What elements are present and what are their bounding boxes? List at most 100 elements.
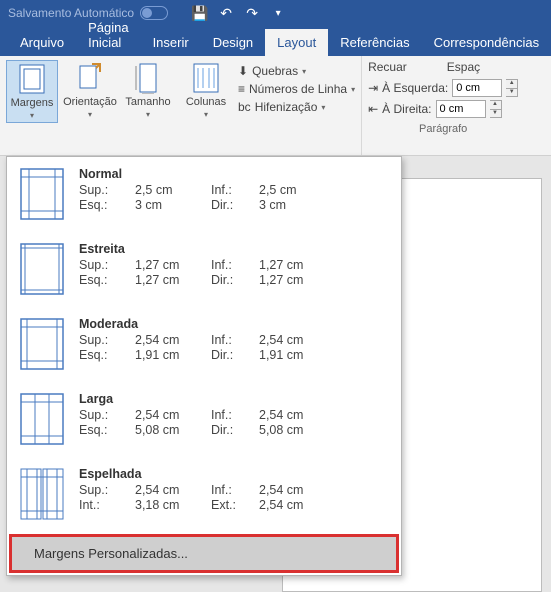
margin-spec-value: 2,54 cm: [259, 333, 389, 347]
columns-button[interactable]: Colunas▾: [180, 60, 232, 121]
margin-spec-value: 5,08 cm: [135, 423, 211, 437]
indent-right-label: À Direita:: [382, 102, 431, 116]
margin-option-normal[interactable]: NormalSup.:2,5 cmInf.:2,5 cmEsq.:3 cmDir…: [7, 157, 401, 232]
chevron-down-icon: ▾: [146, 110, 150, 119]
margin-spec-value: Sup.:: [79, 483, 135, 497]
redo-icon[interactable]: ↷: [242, 5, 262, 22]
margin-spec-value: Esq.:: [79, 348, 135, 362]
margin-spec-value: Esq.:: [79, 423, 135, 437]
group-paragraph: Recuar Espaç ⇥ À Esquerda: ▲▼ ⇤ À Direit…: [362, 56, 524, 155]
breaks-icon: ⬇: [238, 64, 248, 78]
margin-spec-value: 3,18 cm: [135, 498, 211, 512]
margin-spec-value: Inf.:: [211, 183, 259, 197]
margin-spec-value: Inf.:: [211, 483, 259, 497]
margin-spec-value: 2,54 cm: [135, 483, 211, 497]
tab-layout[interactable]: Layout: [265, 29, 328, 56]
tab-inserir[interactable]: Inserir: [141, 29, 201, 56]
margins-icon: [16, 63, 48, 95]
margin-spec-value: Int.:: [79, 498, 135, 512]
margins-button[interactable]: Margens▾: [6, 60, 58, 123]
margin-spec-value: Sup.:: [79, 333, 135, 347]
tab-pagina-inicial[interactable]: Página Inicial: [76, 14, 140, 56]
margin-option-name: Larga: [79, 392, 389, 406]
margin-spec-value: Sup.:: [79, 408, 135, 422]
ribbon-tabs: Arquivo Página Inicial Inserir Design La…: [0, 26, 551, 56]
breaks-button[interactable]: ⬇Quebras ▾: [238, 64, 355, 78]
margin-preview-icon: [19, 467, 65, 521]
columns-icon: [190, 62, 222, 94]
margins-dropdown: NormalSup.:2,5 cmInf.:2,5 cmEsq.:3 cmDir…: [6, 156, 402, 576]
margin-spec-value: Dir.:: [211, 198, 259, 212]
margin-spec-value: 2,54 cm: [259, 498, 389, 512]
margin-spec-value: Inf.:: [211, 333, 259, 347]
margin-spec-value: 3 cm: [259, 198, 389, 212]
spinner-down-icon[interactable]: ▼: [506, 89, 517, 97]
margin-option-name: Normal: [79, 167, 389, 181]
margin-spec-value: Sup.:: [79, 258, 135, 272]
margin-spec-value: Ext.:: [211, 498, 259, 512]
margin-option-name: Espelhada: [79, 467, 389, 481]
size-icon: [132, 62, 164, 94]
margin-option-name: Estreita: [79, 242, 389, 256]
chevron-down-icon: ▾: [321, 103, 325, 112]
margin-spec-value: 2,54 cm: [259, 483, 389, 497]
spinner-up-icon[interactable]: ▲: [506, 80, 517, 89]
margin-spec-value: Dir.:: [211, 348, 259, 362]
margin-preview-icon: [19, 242, 65, 296]
margin-option-name: Moderada: [79, 317, 389, 331]
indent-right-icon: ⇤: [368, 102, 378, 116]
margin-option-narrow[interactable]: EstreitaSup.:1,27 cmInf.:1,27 cmEsq.:1,2…: [7, 232, 401, 307]
hyphenation-icon: bc: [238, 100, 251, 114]
custom-margins-button[interactable]: Margens Personalizadas...: [9, 534, 399, 573]
margin-spec-value: Inf.:: [211, 258, 259, 272]
hyphenation-button[interactable]: bcHifenização ▾: [238, 100, 355, 114]
margin-spec-value: Inf.:: [211, 408, 259, 422]
orientation-button[interactable]: Orientação▾: [64, 60, 116, 121]
spacing-header: Espaç: [447, 60, 480, 74]
orientation-icon: [74, 62, 106, 94]
margin-spec-value: Dir.:: [211, 273, 259, 287]
margin-spec-value: 2,5 cm: [259, 183, 389, 197]
tab-design[interactable]: Design: [201, 29, 265, 56]
spinner-up-icon[interactable]: ▲: [490, 101, 501, 110]
save-icon[interactable]: 💾: [190, 5, 210, 22]
tab-arquivo[interactable]: Arquivo: [8, 29, 76, 56]
indent-left-icon: ⇥: [368, 81, 378, 95]
margin-spec-value: Dir.:: [211, 423, 259, 437]
line-numbers-icon: ≡: [238, 82, 245, 96]
tab-correspondencias[interactable]: Correspondências: [422, 29, 551, 56]
margin-preview-icon: [19, 392, 65, 446]
paragraph-group-label: Parágrafo: [368, 121, 518, 135]
margin-spec-value: Esq.:: [79, 198, 135, 212]
qat-more-icon[interactable]: ▾: [268, 8, 288, 19]
spinner-down-icon[interactable]: ▼: [490, 110, 501, 118]
chevron-down-icon: ▾: [30, 111, 34, 120]
autosave-toggle[interactable]: [140, 6, 168, 20]
margin-option-wide[interactable]: LargaSup.:2,54 cmInf.:2,54 cmEsq.:5,08 c…: [7, 382, 401, 457]
indent-left-input[interactable]: [452, 79, 502, 97]
margin-option-mirror[interactable]: EspelhadaSup.:2,54 cmInf.:2,54 cmInt.:3,…: [7, 457, 401, 532]
chevron-down-icon: ▾: [302, 67, 306, 76]
indent-left-label: À Esquerda:: [382, 81, 448, 95]
indent-right-input[interactable]: [436, 100, 486, 118]
chevron-down-icon: ▾: [204, 110, 208, 119]
margin-spec-value: 2,54 cm: [135, 333, 211, 347]
margin-spec-value: 5,08 cm: [259, 423, 389, 437]
margin-spec-value: 2,54 cm: [259, 408, 389, 422]
indent-right-spinner[interactable]: ▲▼: [490, 100, 502, 118]
group-page-setup: Margens▾ Orientação▾ Tamanho▾ Colunas▾ ⬇…: [0, 56, 362, 155]
margin-preview-icon: [19, 317, 65, 371]
undo-icon[interactable]: ↶: [216, 5, 236, 22]
indent-header: Recuar: [368, 60, 407, 74]
indent-left-spinner[interactable]: ▲▼: [506, 79, 518, 97]
chevron-down-icon: ▾: [351, 85, 355, 94]
tab-referencias[interactable]: Referências: [328, 29, 421, 56]
margin-spec-value: 1,27 cm: [259, 258, 389, 272]
margin-option-moderate[interactable]: ModeradaSup.:2,54 cmInf.:2,54 cmEsq.:1,9…: [7, 307, 401, 382]
line-numbers-button[interactable]: ≡Números de Linha ▾: [238, 82, 355, 96]
chevron-down-icon: ▾: [88, 110, 92, 119]
ribbon: Margens▾ Orientação▾ Tamanho▾ Colunas▾ ⬇…: [0, 56, 551, 156]
margin-spec-value: 1,27 cm: [135, 273, 211, 287]
size-button[interactable]: Tamanho▾: [122, 60, 174, 121]
margin-spec-value: 3 cm: [135, 198, 211, 212]
